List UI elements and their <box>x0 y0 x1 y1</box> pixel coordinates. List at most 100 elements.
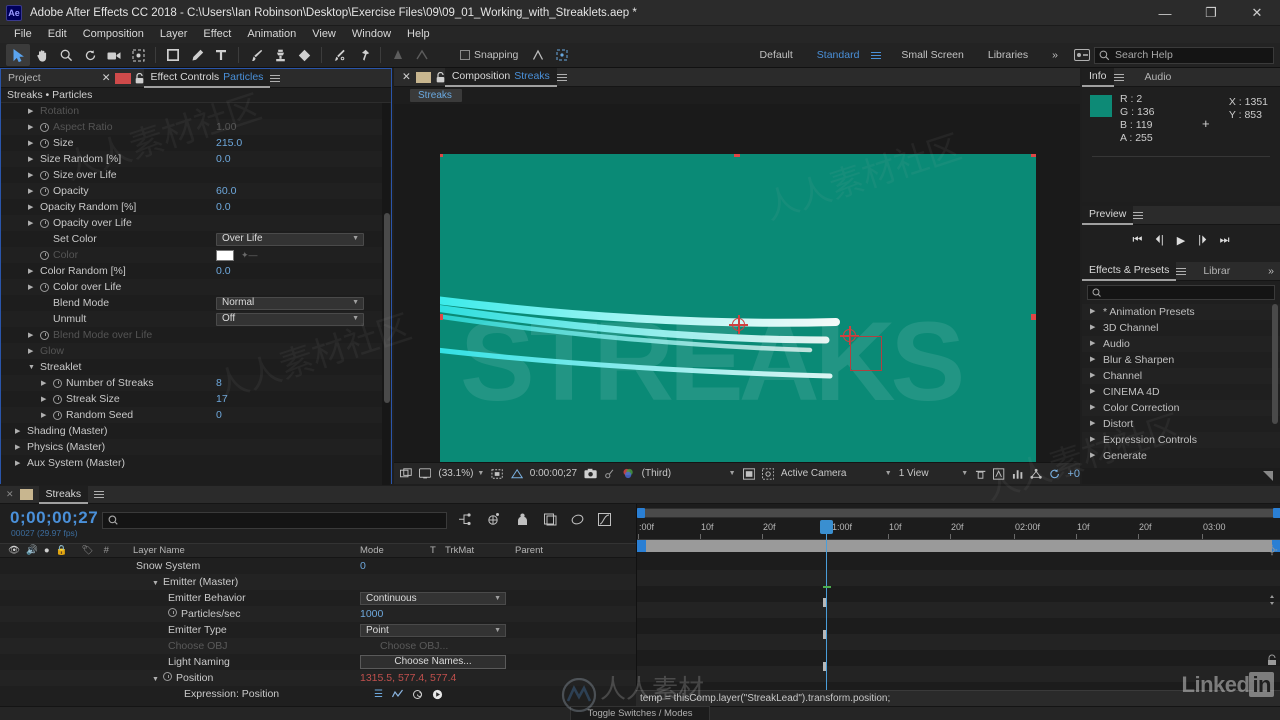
transform-handle-tc[interactable] <box>734 154 740 157</box>
chevron-right-icon[interactable]: ▶ <box>28 155 36 163</box>
stopwatch-icon[interactable] <box>53 394 62 404</box>
effects-category-item[interactable]: ▶ Channel <box>1082 368 1280 384</box>
chevron-right-icon[interactable]: ▶ <box>28 187 36 195</box>
restore-button[interactable]: ❐ <box>1188 0 1234 26</box>
chevron-right-icon[interactable]: ▶ <box>41 411 49 419</box>
composition-mini-flowchart-icon[interactable] <box>458 512 472 526</box>
timeline-search-input[interactable] <box>102 512 447 529</box>
column-trkmat[interactable]: TrkMat <box>445 545 474 556</box>
snapshot-camera-icon[interactable] <box>584 468 597 479</box>
stopwatch-icon[interactable] <box>168 608 177 617</box>
eyedropper-icon[interactable]: ✦— <box>241 250 258 261</box>
stopwatch-icon[interactable] <box>163 672 172 681</box>
effect-property-row[interactable]: ▶ Size 215.0 <box>1 135 391 151</box>
effect-property-row[interactable]: ▶ Opacity 60.0 <box>1 183 391 199</box>
tab-libraries[interactable]: Librar <box>1196 262 1237 281</box>
hand-tool-icon[interactable] <box>30 44 54 66</box>
menu-help[interactable]: Help <box>399 26 438 43</box>
timeline-settings-icon[interactable] <box>1266 544 1278 556</box>
resolution-dropdown[interactable]: (Third) ▼ <box>642 468 736 479</box>
pixel-aspect-icon[interactable] <box>975 468 986 480</box>
comp-breadcrumb-chip[interactable]: Streaks <box>410 89 462 102</box>
menu-effect[interactable]: Effect <box>195 26 239 43</box>
effect-property-value[interactable]: 0.0 <box>216 201 231 213</box>
workspace-default[interactable]: Default <box>748 49 805 61</box>
choose-names-button[interactable]: Choose Names... <box>360 655 506 669</box>
effect-property-row[interactable]: ▶ Opacity over Life <box>1 215 391 231</box>
roto-brush-tool-icon[interactable] <box>327 44 351 66</box>
effect-property-row[interactable]: ▶ Glow <box>1 343 391 359</box>
previous-frame-button[interactable]: ⏴| <box>1155 234 1163 247</box>
rotation-tool-icon[interactable] <box>78 44 102 66</box>
chevron-right-icon[interactable]: ▶ <box>1090 368 1098 384</box>
effect-panel-menu-icon[interactable] <box>270 73 281 84</box>
layer-marker-1[interactable] <box>823 598 826 607</box>
effect-property-value[interactable]: 0.0 <box>216 265 231 277</box>
timeline-close-icon[interactable]: ✕ <box>6 489 14 500</box>
effect-scrollbar-thumb[interactable] <box>384 213 390 403</box>
composition-panel-menu-icon[interactable] <box>556 72 567 83</box>
chevron-right-icon[interactable]: ▶ <box>41 395 49 403</box>
chevron-right-icon[interactable]: ▶ <box>28 139 36 147</box>
chevron-right-icon[interactable]: ▶ <box>1090 304 1098 320</box>
effect-property-value[interactable]: 0 <box>216 409 222 421</box>
effects-category-item[interactable]: ▶ * Animation Presets <box>1082 304 1280 320</box>
tab-timeline-streaks[interactable]: Streaks <box>38 485 89 504</box>
chevron-right-icon[interactable]: ▶ <box>1090 448 1098 464</box>
pen-tool-icon[interactable] <box>185 44 209 66</box>
chevron-right-icon[interactable]: ▶ <box>1090 336 1098 352</box>
layer-property-dropdown[interactable]: Continuous ▼ <box>360 591 506 605</box>
tab-effects-presets[interactable]: Effects & Presets <box>1082 261 1177 281</box>
column-mode[interactable]: Mode <box>360 545 384 556</box>
resize-grip-icon[interactable] <box>1262 470 1275 482</box>
tab-audio[interactable]: Audio <box>1138 68 1179 87</box>
work-area-end-handle[interactable] <box>1273 508 1280 518</box>
minimize-button[interactable]: — <box>1142 0 1188 26</box>
menu-window[interactable]: Window <box>344 26 399 43</box>
column-layer-name[interactable]: Layer Name <box>133 545 185 556</box>
workspace-libraries[interactable]: Libraries <box>976 49 1040 61</box>
chevron-right-icon[interactable]: ▶ <box>28 203 36 211</box>
lock-icon[interactable]: 🔒 <box>56 545 68 556</box>
chevron-right-icon[interactable]: ▶ <box>41 379 49 387</box>
effects-category-item[interactable]: ▶ Blur & Sharpen <box>1082 352 1280 368</box>
effects-category-item[interactable]: ▶ Color Correction <box>1082 400 1280 416</box>
transform-handle-tr[interactable] <box>1031 154 1036 157</box>
chevron-right-icon[interactable]: ▶ <box>28 267 36 275</box>
effect-property-row[interactable]: ▶ Streak Size 17 <box>1 391 391 407</box>
menu-view[interactable]: View <box>304 26 344 43</box>
chevron-right-icon[interactable]: ▶ <box>15 443 23 451</box>
chevron-right-icon[interactable]: ▶ <box>28 331 36 339</box>
effect-property-value[interactable]: 1.00 <box>216 121 236 133</box>
lock-icon[interactable] <box>135 72 144 84</box>
menu-composition[interactable]: Composition <box>75 26 152 43</box>
info-panel-menu-icon[interactable] <box>1113 72 1124 83</box>
shape-tool-icon[interactable] <box>161 44 185 66</box>
audio-speaker-icon[interactable]: 🔊 <box>26 545 38 556</box>
stopwatch-icon[interactable] <box>40 218 49 228</box>
play-button[interactable]: ▶ <box>1177 234 1185 247</box>
timeline-track-row[interactable] <box>637 586 1280 602</box>
first-frame-button[interactable]: ⏮ <box>1133 234 1143 247</box>
expression-language-icon[interactable] <box>432 689 443 700</box>
graph-editor-icon[interactable] <box>598 512 611 526</box>
pick-whip-icon[interactable] <box>412 689 423 700</box>
zoom-tool-icon[interactable] <box>54 44 78 66</box>
effect-color-swatch[interactable] <box>216 249 234 261</box>
current-time-indicator-head[interactable] <box>820 520 833 534</box>
chevron-right-icon[interactable]: ▶ <box>28 347 36 355</box>
search-help-field[interactable]: Search Help <box>1094 46 1274 64</box>
timeline-track-row[interactable] <box>637 650 1280 666</box>
chevron-down-icon[interactable]: ▼ <box>152 580 160 587</box>
workspace-standard[interactable]: Standard <box>805 49 872 61</box>
effects-category-item[interactable]: ▶ CINEMA 4D <box>1082 384 1280 400</box>
next-frame-button[interactable]: |⏵ <box>1198 234 1206 247</box>
tab-info[interactable]: Info <box>1082 67 1114 87</box>
effect-property-row[interactable]: ▼ Streaklet <box>1 359 391 375</box>
chevron-right-icon[interactable]: ▶ <box>28 171 36 179</box>
fast-preview-icon[interactable] <box>993 467 1005 480</box>
workspace-settings-icon[interactable] <box>1070 44 1094 66</box>
effects-category-item[interactable]: ▶ Distort <box>1082 416 1280 432</box>
chevron-right-icon[interactable]: ▶ <box>15 459 23 467</box>
effect-property-row[interactable]: Color ✦— <box>1 247 391 263</box>
